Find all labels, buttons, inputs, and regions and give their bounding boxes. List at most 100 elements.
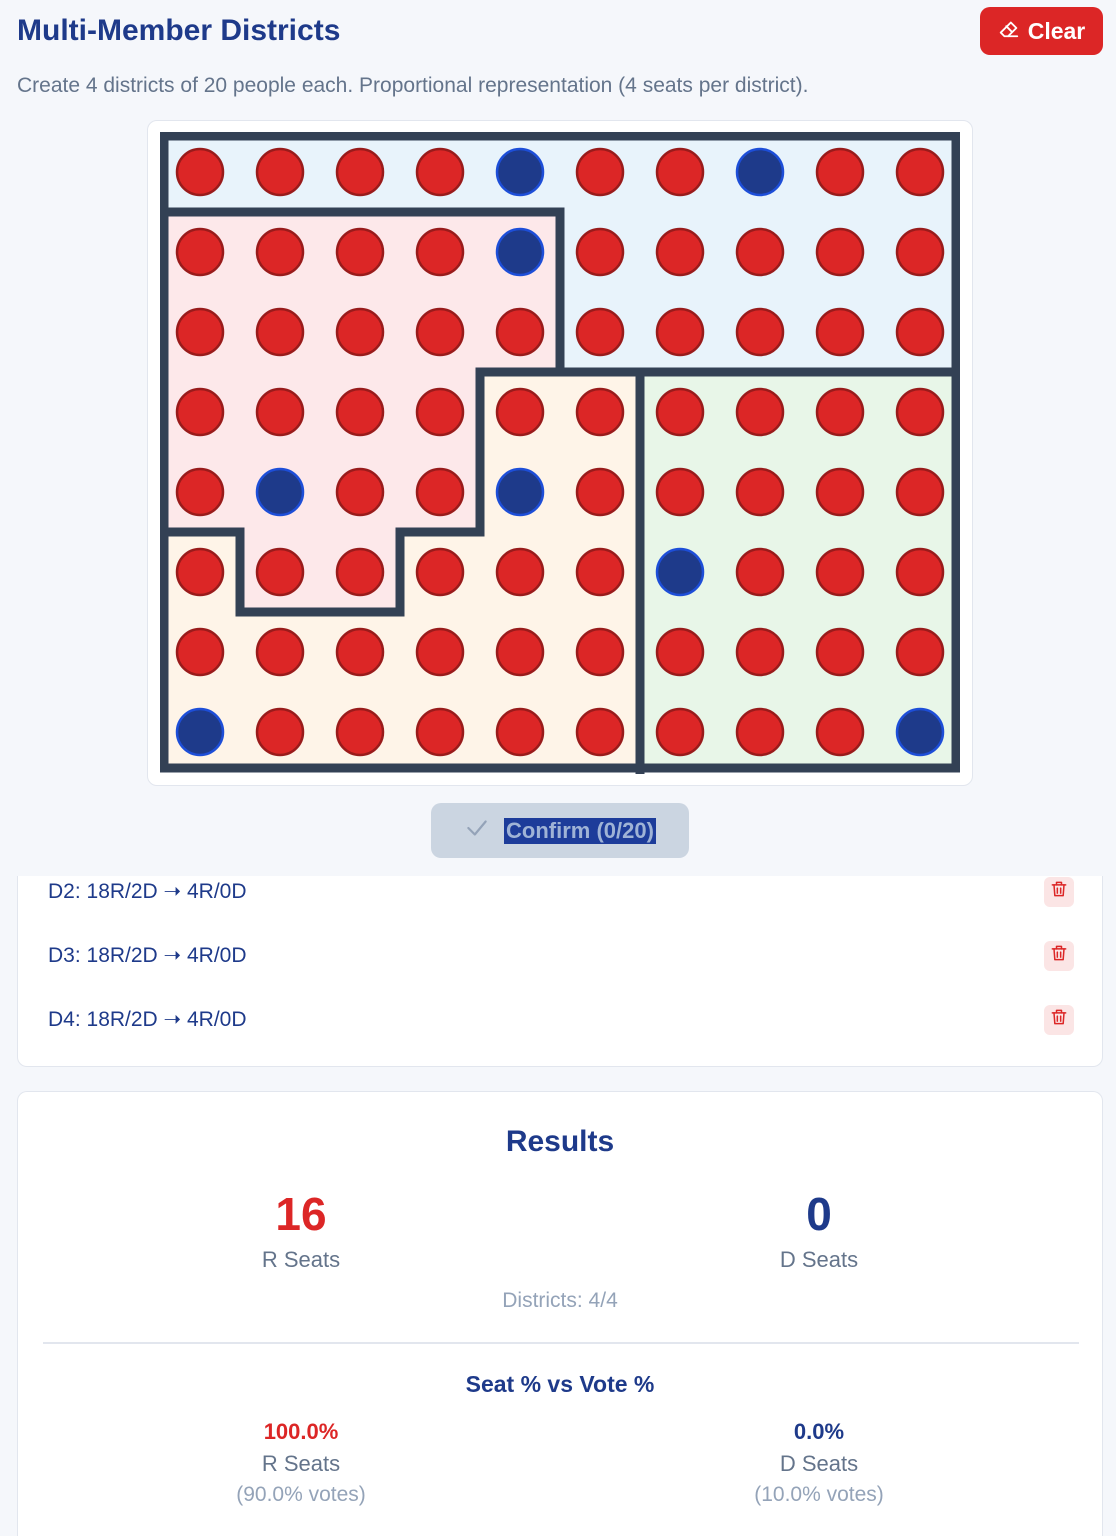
democrat-voter[interactable] (655, 547, 705, 597)
clear-button[interactable]: Clear (980, 7, 1103, 55)
democrat-voter[interactable] (175, 707, 225, 757)
republican-voter[interactable] (655, 467, 705, 517)
republican-voter[interactable] (175, 547, 225, 597)
republican-voter[interactable] (895, 627, 945, 677)
republican-voter[interactable] (735, 227, 785, 277)
republican-voter[interactable] (735, 387, 785, 437)
republican-voter[interactable] (175, 387, 225, 437)
republican-voter[interactable] (735, 467, 785, 517)
trash-icon (1049, 879, 1069, 905)
r-pct-block: 100.0% R Seats (90.0% votes) (151, 1419, 451, 1507)
district-summary: D2: 18R/2D ➝ 4R/0D (48, 880, 247, 903)
republican-voter[interactable] (175, 147, 225, 197)
delete-district-button[interactable] (1044, 1004, 1074, 1035)
republican-voter[interactable] (415, 707, 465, 757)
d-pct-label: D Seats (779, 1451, 859, 1476)
republican-voter[interactable] (255, 387, 305, 437)
republican-voter[interactable] (255, 227, 305, 277)
democrat-voter[interactable] (495, 147, 545, 197)
republican-voter[interactable] (255, 627, 305, 677)
republican-voter[interactable] (335, 227, 385, 277)
republican-voter[interactable] (655, 627, 705, 677)
republican-voter[interactable] (655, 227, 705, 277)
republican-voter[interactable] (335, 387, 385, 437)
clear-label: Clear (1027, 17, 1086, 44)
divider (43, 1342, 1079, 1344)
republican-voter[interactable] (735, 547, 785, 597)
republican-voter[interactable] (735, 307, 785, 357)
republican-voter[interactable] (255, 147, 305, 197)
republican-voter[interactable] (575, 707, 625, 757)
republican-voter[interactable] (815, 467, 865, 517)
republican-voter[interactable] (175, 227, 225, 277)
republican-voter[interactable] (815, 627, 865, 677)
republican-voter[interactable] (575, 547, 625, 597)
republican-voter[interactable] (815, 387, 865, 437)
republican-voter[interactable] (575, 627, 625, 677)
republican-voter[interactable] (895, 307, 945, 357)
delete-district-button[interactable] (1044, 940, 1074, 971)
republican-voter[interactable] (895, 467, 945, 517)
republican-voter[interactable] (335, 467, 385, 517)
district-list: D2: 18R/2D ➝ 4R/0D D3: 18R/2D ➝ 4R/0D D4… (17, 876, 1103, 1067)
republican-voter[interactable] (655, 307, 705, 357)
d-seats-stat: 0 D Seats (669, 1187, 969, 1273)
republican-voter[interactable] (815, 147, 865, 197)
democrat-voter[interactable] (895, 707, 945, 757)
republican-voter[interactable] (895, 227, 945, 277)
republican-voter[interactable] (815, 707, 865, 757)
republican-voter[interactable] (335, 547, 385, 597)
democrat-voter[interactable] (255, 467, 305, 517)
republican-voter[interactable] (575, 227, 625, 277)
instructions: Create 4 districts of 20 people each. Pr… (17, 74, 809, 97)
republican-voter[interactable] (175, 627, 225, 677)
republican-voter[interactable] (415, 307, 465, 357)
republican-voter[interactable] (495, 627, 545, 677)
republican-voter[interactable] (335, 147, 385, 197)
republican-voter[interactable] (655, 387, 705, 437)
delete-district-button[interactable] (1044, 876, 1074, 907)
republican-voter[interactable] (175, 307, 225, 357)
republican-voter[interactable] (415, 147, 465, 197)
republican-voter[interactable] (575, 467, 625, 517)
confirm-button[interactable]: Confirm (0/20) (431, 803, 689, 858)
republican-voter[interactable] (335, 307, 385, 357)
republican-voter[interactable] (415, 547, 465, 597)
republican-voter[interactable] (895, 547, 945, 597)
republican-voter[interactable] (335, 707, 385, 757)
republican-voter[interactable] (575, 147, 625, 197)
republican-voter[interactable] (895, 147, 945, 197)
democrat-voter[interactable] (735, 147, 785, 197)
republican-voter[interactable] (415, 627, 465, 677)
republican-voter[interactable] (415, 467, 465, 517)
republican-voter[interactable] (735, 707, 785, 757)
republican-voter[interactable] (255, 307, 305, 357)
district-board[interactable] (160, 132, 960, 774)
republican-voter[interactable] (735, 627, 785, 677)
republican-voter[interactable] (895, 387, 945, 437)
republican-voter[interactable] (255, 707, 305, 757)
republican-voter[interactable] (655, 707, 705, 757)
republican-voter[interactable] (415, 227, 465, 277)
democrat-voter[interactable] (495, 227, 545, 277)
trash-icon (1049, 943, 1069, 969)
democrat-voter[interactable] (495, 467, 545, 517)
republican-voter[interactable] (495, 707, 545, 757)
republican-voter[interactable] (415, 387, 465, 437)
results-title: Results (505, 1125, 615, 1158)
republican-voter[interactable] (815, 547, 865, 597)
republican-voter[interactable] (655, 147, 705, 197)
republican-voter[interactable] (335, 627, 385, 677)
r-pct-label: R Seats (261, 1451, 341, 1476)
republican-voter[interactable] (255, 547, 305, 597)
eraser-icon (998, 17, 1020, 45)
republican-voter[interactable] (495, 307, 545, 357)
republican-voter[interactable] (175, 467, 225, 517)
republican-voter[interactable] (495, 547, 545, 597)
republican-voter[interactable] (495, 387, 545, 437)
republican-voter[interactable] (815, 307, 865, 357)
republican-voter[interactable] (575, 307, 625, 357)
d-seat-pct: 0.0% (793, 1419, 845, 1444)
republican-voter[interactable] (575, 387, 625, 437)
republican-voter[interactable] (815, 227, 865, 277)
